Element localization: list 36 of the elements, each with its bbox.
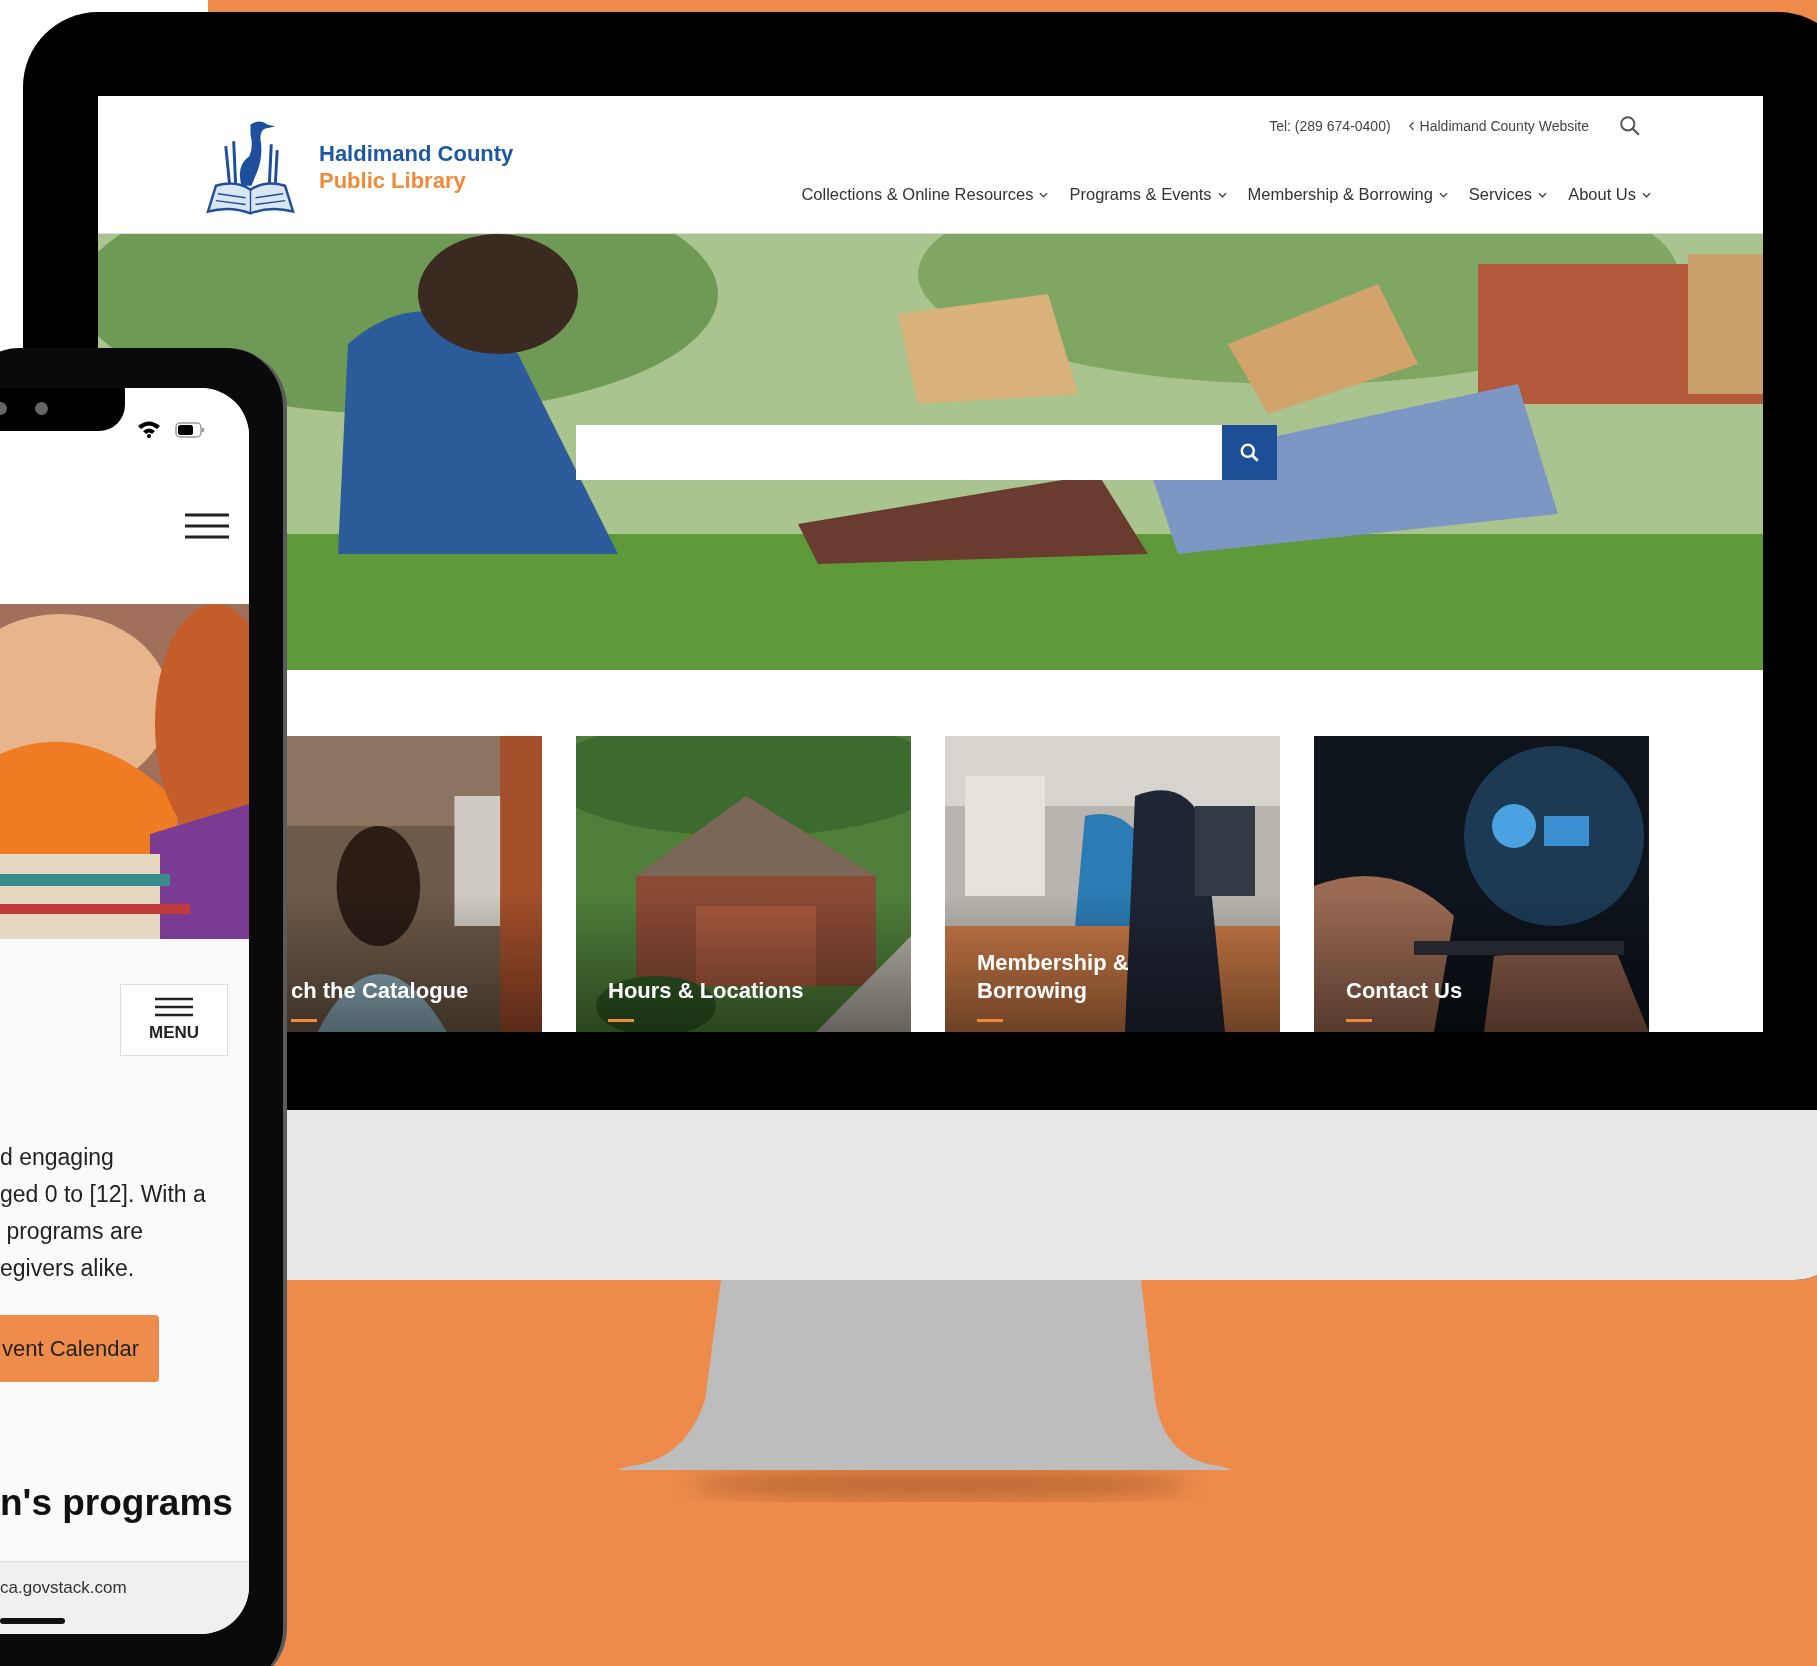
library-name: Haldimand County bbox=[319, 140, 514, 167]
home-indicator bbox=[0, 1618, 65, 1624]
card-title: Contact Us bbox=[1346, 977, 1463, 1005]
link-card[interactable]: Membership & Borrowing bbox=[945, 736, 1280, 1032]
card-title: Membership & Borrowing bbox=[977, 949, 1129, 1005]
link-card[interactable]: Hours & Locations bbox=[576, 736, 911, 1032]
event-calendar-button[interactable]: vent Calendar bbox=[0, 1315, 159, 1382]
nav-menu-item[interactable]: Programs & Events bbox=[1069, 185, 1227, 204]
title-underline bbox=[291, 1019, 317, 1022]
nav-menu-item[interactable]: About Us bbox=[1568, 185, 1651, 204]
nav-menu-item[interactable]: Membership & Borrowing bbox=[1247, 185, 1448, 204]
nav-menu-item[interactable]: Collections & Online Resources bbox=[801, 185, 1049, 204]
chevron-down-icon bbox=[1642, 191, 1651, 198]
url-text: ca.govstack.com bbox=[0, 1578, 127, 1598]
chevron-down-icon bbox=[1039, 191, 1049, 198]
library-name-subtitle: Public Library bbox=[319, 167, 467, 194]
title-underline bbox=[1346, 1019, 1372, 1022]
card-title: ch the Catalogue bbox=[291, 977, 469, 1005]
county-website-link[interactable]: Haldimand County Website bbox=[1408, 118, 1589, 134]
title-underline bbox=[977, 1019, 1003, 1022]
link-card[interactable]: Contact Us bbox=[1314, 736, 1649, 1032]
phone-number: Tel: (289 674-0400) bbox=[1269, 118, 1391, 134]
card-title: Hours & Locations bbox=[608, 977, 804, 1005]
link-card[interactable]: ch the Catalogue bbox=[287, 736, 542, 1032]
section-heading: n's programs bbox=[0, 1482, 234, 1524]
menu-icon bbox=[155, 997, 193, 1017]
title-underline bbox=[608, 1019, 634, 1022]
address-bar[interactable]: ca.govstack.com bbox=[0, 1561, 249, 1634]
menu-button[interactable]: MENU bbox=[120, 984, 228, 1056]
paragraph-text: d engaging ged 0 to [12]. With a programs are egivers alike. bbox=[0, 1143, 207, 1283]
chevron-left-icon bbox=[1408, 121, 1415, 131]
chevron-down-icon bbox=[1438, 191, 1448, 198]
chevron-down-icon bbox=[1538, 191, 1548, 198]
search-icon[interactable] bbox=[1619, 115, 1641, 137]
nav-menu-item[interactable]: Services bbox=[1468, 185, 1548, 204]
chevron-down-icon bbox=[1217, 191, 1227, 198]
